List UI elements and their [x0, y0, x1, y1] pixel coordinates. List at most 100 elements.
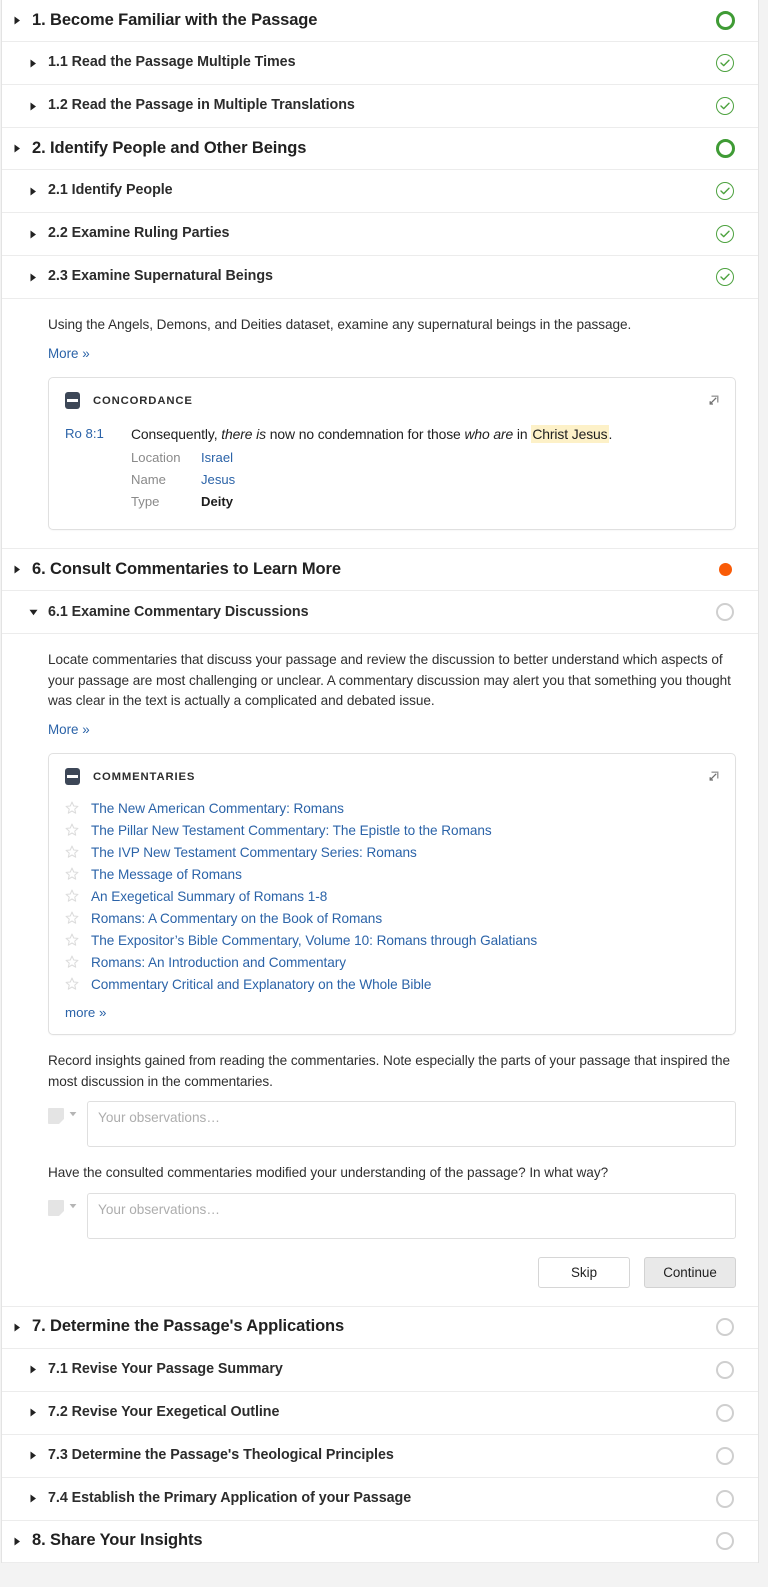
commentary-title-link[interactable]: An Exegetical Summary of Romans 1-8	[91, 889, 327, 904]
outline-row-s8[interactable]: 8. Share Your Insights	[2, 1520, 758, 1563]
chevron-right-icon[interactable]	[26, 187, 40, 196]
gray-ring-icon	[716, 1489, 734, 1508]
chevron-right-icon[interactable]	[26, 1365, 40, 1374]
chevron-right-icon[interactable]	[26, 1494, 40, 1503]
note-icon[interactable]	[48, 1108, 64, 1125]
outline-row-s2-1[interactable]: 2.1 Identify People	[2, 170, 758, 213]
meta-value[interactable]: Israel	[201, 450, 719, 465]
commentaries-widget-header: COMMENTARIES	[49, 754, 735, 797]
chevron-right-icon[interactable]	[26, 102, 40, 111]
supernatural-more-link[interactable]: More »	[48, 346, 90, 361]
gray-ring-icon	[716, 1446, 734, 1465]
chevron-down-icon[interactable]	[64, 1111, 82, 1117]
commentary-title-link[interactable]: Romans: A Commentary on the Book of Roma…	[91, 911, 382, 926]
observations-input[interactable]	[87, 1101, 736, 1148]
outline-row-s1-2[interactable]: 1.2 Read the Passage in Multiple Transla…	[2, 85, 758, 128]
outline-row-label: 2.1 Identify People	[48, 182, 173, 199]
expand-icon[interactable]	[706, 393, 722, 408]
outline-row-s2-3[interactable]: 2.3 Examine Supernatural Beings	[2, 256, 758, 299]
outline-row-s2-2[interactable]: 2.2 Examine Ruling Parties	[2, 213, 758, 256]
commentary-more-link[interactable]: More »	[48, 722, 90, 737]
gray-ring-icon	[716, 1318, 734, 1336]
star-icon[interactable]	[65, 955, 81, 969]
concordance-entry: Ro 8:1 Consequently, there is now no con…	[49, 421, 735, 529]
status-badge-6-1	[714, 601, 736, 623]
section-header-6-1[interactable]: 6.1 Examine Commentary Discussions	[2, 591, 758, 635]
observation-row	[48, 1192, 736, 1239]
status-badge	[714, 180, 736, 202]
outline-row-s7[interactable]: 7. Determine the Passage's Applications	[2, 1306, 758, 1349]
gray-ring-icon	[716, 1360, 734, 1379]
outline-row-s7-4[interactable]: 7.4 Establish the Primary Application of…	[2, 1477, 758, 1521]
outline-row-s7-2[interactable]: 7.2 Revise Your Exegetical Outline	[2, 1391, 758, 1435]
outline-row-s7-3[interactable]: 7.3 Determine the Passage's Theological …	[2, 1434, 758, 1478]
star-icon[interactable]	[65, 801, 81, 815]
chevron-down-icon[interactable]	[26, 609, 40, 616]
chevron-right-icon[interactable]	[26, 1451, 40, 1460]
outline-row-s7-1[interactable]: 7.1 Revise Your Passage Summary	[2, 1348, 758, 1392]
commentary-list-item[interactable]: The Pillar New Testament Commentary: The…	[65, 819, 719, 841]
meta-value[interactable]: Jesus	[201, 472, 719, 487]
meta-key: Location	[131, 450, 181, 466]
star-icon[interactable]	[65, 823, 81, 837]
status-badge	[714, 1488, 736, 1510]
chevron-right-icon[interactable]	[26, 230, 40, 239]
status-badge	[714, 52, 736, 74]
observation-row	[48, 1101, 736, 1148]
chevron-right-icon[interactable]	[26, 273, 40, 282]
chevron-down-icon[interactable]	[64, 1203, 82, 1209]
commentary-list-item[interactable]: The Expositor’s Bible Commentary, Volume…	[65, 929, 719, 951]
commentary-title-link[interactable]: The Message of Romans	[91, 867, 242, 882]
book-icon	[65, 768, 80, 786]
outline-row-s1[interactable]: 1. Become Familiar with the Passage	[2, 0, 758, 42]
status-badge	[714, 1359, 736, 1381]
action-button-bar: Skip Continue	[48, 1256, 736, 1288]
skip-button[interactable]: Skip	[538, 1256, 630, 1288]
verse-reference-link[interactable]: Ro 8:1	[65, 425, 131, 509]
star-icon[interactable]	[65, 867, 81, 881]
commentary-list-item[interactable]: Romans: A Commentary on the Book of Roma…	[65, 907, 719, 929]
star-icon[interactable]	[65, 933, 81, 947]
commentary-list-item[interactable]: Romans: An Introduction and Commentary	[65, 951, 719, 973]
section-header-6[interactable]: 6. Consult Commentaries to Learn More	[2, 549, 758, 592]
chevron-right-icon[interactable]	[10, 565, 24, 574]
commentary-list-item[interactable]: The New American Commentary: Romans	[65, 797, 719, 819]
commentary-title-link[interactable]: Romans: An Introduction and Commentary	[91, 955, 346, 970]
chevron-right-icon[interactable]	[26, 1408, 40, 1417]
outline-row-s2[interactable]: 2. Identify People and Other Beings	[2, 128, 758, 170]
commentary-list-item[interactable]: An Exegetical Summary of Romans 1-8	[65, 885, 719, 907]
commentary-title-link[interactable]: Commentary Critical and Explanatory on t…	[91, 977, 431, 992]
star-icon[interactable]	[65, 889, 81, 903]
status-badge	[714, 1316, 736, 1338]
chevron-right-icon[interactable]	[10, 1537, 24, 1546]
note-icon[interactable]	[48, 1199, 64, 1216]
outline-row-label: 7.3 Determine the Passage's Theological …	[48, 1446, 394, 1463]
commentary-list-item[interactable]: The IVP New Testament Commentary Series:…	[65, 841, 719, 863]
outline-row-label: 7.4 Establish the Primary Application of…	[48, 1489, 412, 1506]
commentary-list-item[interactable]: The Message of Romans	[65, 863, 719, 885]
continue-button[interactable]: Continue	[644, 1256, 736, 1288]
commentary-title-link[interactable]: The Pillar New Testament Commentary: The…	[91, 823, 492, 838]
chevron-right-icon[interactable]	[10, 16, 24, 25]
meta-value: Deity	[201, 494, 234, 510]
star-icon[interactable]	[65, 845, 81, 859]
commentary-title-link[interactable]: The Expositor’s Bible Commentary, Volume…	[91, 933, 537, 948]
observations-input[interactable]	[87, 1192, 736, 1239]
outline-row-s1-1[interactable]: 1.1 Read the Passage Multiple Times	[2, 42, 758, 85]
commentary-title-link[interactable]: The IVP New Testament Commentary Series:…	[91, 845, 417, 860]
verse-part-1: Consequently,	[131, 426, 222, 443]
verse-italic-2: who are	[464, 426, 514, 443]
star-icon[interactable]	[65, 977, 81, 991]
status-badge	[714, 1445, 736, 1467]
expand-icon[interactable]	[706, 769, 722, 784]
concordance-widget: CONCORDANCE Ro 8:1 Consequently, there i…	[48, 377, 736, 531]
chevron-right-icon[interactable]	[10, 144, 24, 153]
star-icon[interactable]	[65, 911, 81, 925]
commentaries-more-link[interactable]: more »	[49, 1000, 735, 1034]
chevron-right-icon[interactable]	[26, 59, 40, 68]
commentary-list-item[interactable]: Commentary Critical and Explanatory on t…	[65, 973, 719, 995]
chevron-right-icon[interactable]	[10, 1323, 24, 1332]
outline-row-label: 1.2 Read the Passage in Multiple Transla…	[48, 97, 355, 114]
gray-ring-icon	[716, 1403, 734, 1422]
commentary-title-link[interactable]: The New American Commentary: Romans	[91, 801, 344, 816]
